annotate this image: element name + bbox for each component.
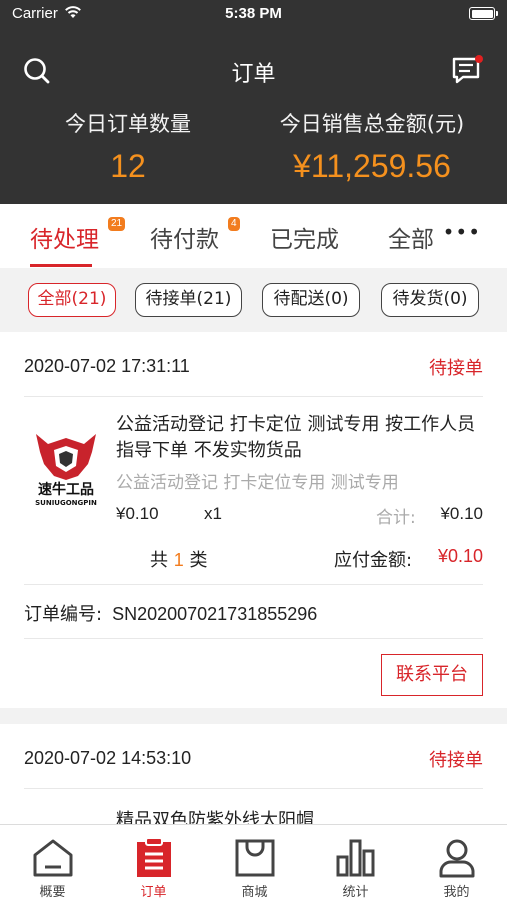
payable-label: 应付金额: (334, 550, 413, 571)
tab-label: 已完成 (270, 227, 339, 253)
tab-label: 全部 (388, 227, 434, 253)
order-status: 待接单 (429, 750, 483, 771)
contact-platform-button[interactable]: 联系平台 (381, 654, 483, 696)
tabbar-item-orders[interactable]: 订单 (103, 825, 204, 900)
status-bar: Carrier 5:38 PM (0, 0, 507, 28)
sales-total-label: 今日销售总金额(元) (279, 112, 465, 136)
tab-completed[interactable]: 已完成 (270, 220, 339, 254)
divider (24, 788, 483, 789)
order-datetime: 2020-07-02 17:31:11 (24, 356, 190, 376)
order-card[interactable]: 2020-07-02 17:31:11 待接单 速牛工品 SUNIUGONGPI… (0, 332, 507, 708)
filter-all[interactable]: 全部(21) (28, 283, 116, 317)
bottom-tab-bar: 概要 订单 商城 统计 我的 (0, 824, 507, 900)
tabbar-label: 订单 (140, 885, 167, 900)
home-icon (31, 837, 75, 879)
count-prefix: 共 (150, 550, 168, 571)
bar-chart-icon (334, 837, 378, 879)
status-filters: 全部(21) 待接单(21) 待配送(0) 待发货(0) (0, 268, 507, 330)
order-tabs: 待处理 21 待付款 4 已完成 全部 ••• (0, 204, 507, 268)
tabbar-label: 概要 (39, 885, 66, 900)
order-number-value: SN202007021731855296 (112, 604, 318, 624)
subtotal-label: 合计: (376, 508, 416, 528)
message-icon[interactable] (451, 54, 485, 86)
tab-all[interactable]: 全部 (388, 220, 434, 254)
category-count: 共 1 类 (150, 546, 207, 572)
tab-label: 待处理 (30, 227, 99, 253)
tabbar-item-stats[interactable]: 统计 (305, 825, 406, 900)
product-subtitle: 公益活动登记 打卡定位专用 测试专用 (116, 473, 399, 493)
logo-subtext: SUNIUGONGPIN (35, 499, 97, 507)
tab-indicator (30, 264, 92, 267)
order-number: 订单编号: SN202007021731855296 (24, 600, 317, 626)
count-suffix: 类 (189, 550, 208, 571)
header: Carrier 5:38 PM 订单 今日订单数量 12 今日销售总金额(元) … (0, 0, 507, 204)
tabbar-item-shop[interactable]: 商城 (204, 825, 305, 900)
tabbar-label: 商城 (241, 885, 268, 900)
order-count-label: 今日订单数量 (65, 112, 191, 136)
tabbar-item-mine[interactable]: 我的 (406, 825, 507, 900)
product-price: ¥0.10 (116, 504, 159, 523)
product-title: 公益活动登记 打卡定位 测试专用 按工作人员指导下单 不发实物货品 (116, 414, 476, 461)
divider (24, 584, 483, 585)
sales-total-value: ¥11,259.56 (293, 148, 451, 184)
product-image: 速牛工品 SUNIUGONGPIN (28, 428, 104, 508)
user-icon (435, 837, 479, 879)
order-status: 待接单 (429, 358, 483, 379)
tabbar-label: 统计 (342, 885, 369, 900)
tab-badge: 21 (108, 217, 126, 231)
tab-label: 待付款 (150, 227, 219, 253)
tabbar-label: 我的 (443, 885, 470, 900)
order-count-stat: 今日订单数量 12 (30, 108, 226, 185)
sales-total-stat: 今日销售总金额(元) ¥11,259.56 (262, 108, 482, 185)
today-stats: 今日订单数量 12 今日销售总金额(元) ¥11,259.56 (0, 108, 507, 198)
count-number: 1 (173, 550, 184, 570)
logo-text: 速牛工品 (38, 481, 94, 498)
subtotal-value: ¥0.10 (440, 504, 483, 523)
filter-awaiting-accept[interactable]: 待接单(21) (135, 283, 242, 317)
tab-unpaid[interactable]: 待付款 4 (150, 217, 240, 254)
more-icon[interactable]: ••• (443, 222, 481, 242)
filter-awaiting-shipment[interactable]: 待发货(0) (381, 283, 479, 317)
battery-icon (469, 7, 498, 20)
payable-amount: ¥0.10 (437, 546, 483, 566)
filter-awaiting-delivery[interactable]: 待配送(0) (262, 283, 360, 317)
tab-pending[interactable]: 待处理 21 (30, 217, 126, 254)
tabbar-item-overview[interactable]: 概要 (2, 825, 103, 900)
order-icon (132, 837, 176, 879)
tab-badge: 4 (228, 217, 240, 231)
divider (24, 396, 483, 397)
order-number-label: 订单编号: (24, 604, 103, 625)
product-quantity: x1 (204, 504, 222, 523)
clock: 5:38 PM (225, 5, 282, 22)
order-datetime: 2020-07-02 14:53:10 (24, 748, 192, 768)
order-card[interactable]: 2020-07-02 14:53:10 待接单 精品双色防紫外线太阳帽 (0, 724, 507, 834)
order-count-value: 12 (110, 148, 146, 184)
page-title: 订单 (231, 62, 276, 87)
divider (24, 638, 483, 639)
shop-bag-icon (233, 837, 277, 879)
navbar: 订单 (0, 44, 507, 96)
